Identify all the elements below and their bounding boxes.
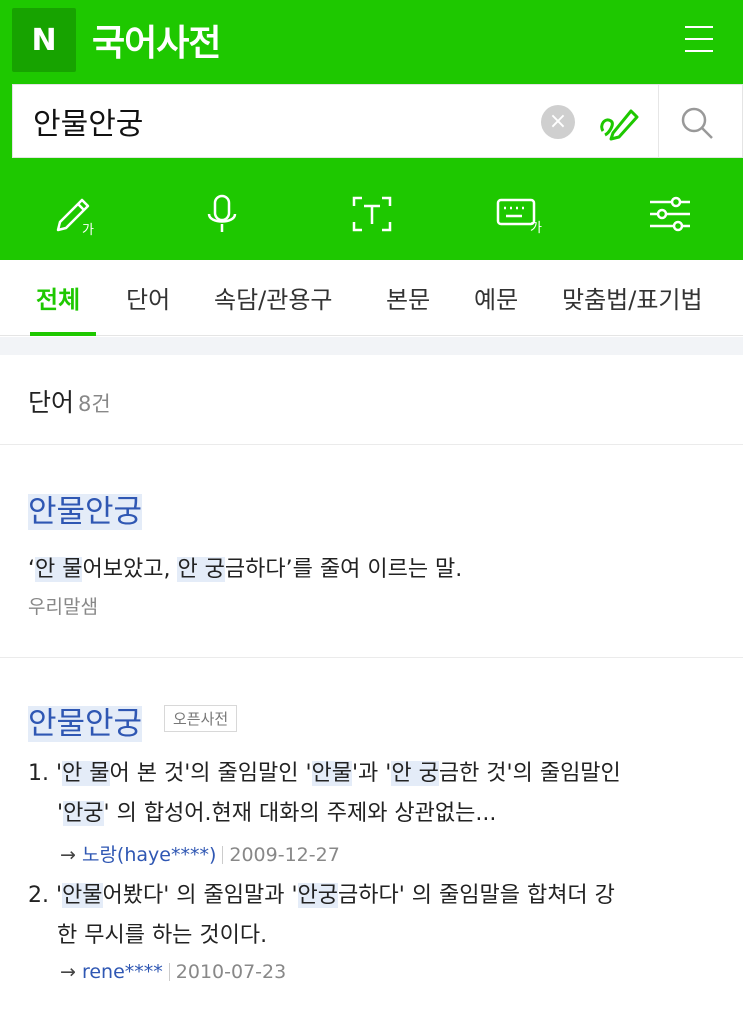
author-link[interactable]: 노랑(haye****) [82, 844, 216, 866]
section-gap [0, 337, 743, 355]
post-date: 2009-12-27 [229, 844, 340, 866]
tab-example[interactable]: 예문 [474, 280, 518, 315]
settings-sliders-icon[interactable] [646, 192, 694, 236]
tab-body[interactable]: 본문 [386, 280, 430, 315]
text-scan-icon[interactable] [348, 192, 396, 236]
naver-logo[interactable]: N [12, 8, 76, 72]
keyboard-icon[interactable]: 가 [494, 192, 546, 236]
section-heading: 단어 8건 [28, 388, 111, 417]
entry2-item2-meta: → rene**** 2010-07-23 [60, 961, 287, 983]
author-link[interactable]: rene**** [82, 961, 163, 983]
active-tab-indicator [30, 332, 96, 336]
search-divider [658, 85, 659, 157]
menu-icon[interactable] [685, 26, 713, 52]
svg-text:가: 가 [530, 221, 542, 236]
search-icon[interactable] [677, 103, 717, 143]
divider [0, 444, 743, 445]
divider [0, 657, 743, 658]
entry2-item2-line1: 2. '안물어봤다' 의 줄임말과 '안궁금하다' 의 줄임말을 합쳐더 강 [28, 883, 615, 908]
entry-definition-1: ‘안 물어보았고, 안 궁금하다’를 줄여 이르는 말. [28, 557, 463, 582]
result-tabs: 전체 단어 속담/관용구 본문 예문 맞춤법/표기법 [0, 260, 743, 336]
entry-source-1: 우리말샘 [28, 596, 98, 618]
entry2-item1-line2: '안궁' 의 합성어.현재 대화의 주제와 상관없는... [57, 801, 497, 826]
clear-icon[interactable]: × [541, 105, 575, 139]
page-title[interactable]: 국어사전 [92, 14, 221, 66]
search-input[interactable]: 안물안궁 [33, 99, 143, 143]
handwriting-icon[interactable]: 가 [52, 192, 100, 236]
input-tools: 가 가 [0, 170, 743, 260]
handwriting-pen-icon[interactable] [597, 105, 641, 141]
post-date: 2010-07-23 [175, 961, 287, 983]
entry2-item1-line1: 1. '안 물어 본 것'의 줄임말인 '안물'과 '안 궁금한 것'의 줄임말… [28, 761, 621, 786]
app-header: N 국어사전 안물안궁 × 가 가 [0, 0, 743, 260]
tab-all[interactable]: 전체 [36, 280, 80, 315]
mic-icon[interactable] [198, 192, 246, 236]
entry-title-2[interactable]: 안물안궁 [28, 698, 143, 743]
tab-spelling[interactable]: 맞춤법/표기법 [562, 280, 703, 315]
entry2-item1-meta: → 노랑(haye****) 2009-12-27 [60, 844, 340, 866]
svg-text:가: 가 [82, 223, 94, 236]
open-dict-badge: 오픈사전 [164, 705, 238, 732]
tab-word[interactable]: 단어 [126, 280, 170, 315]
search-box[interactable]: 안물안궁 × [12, 84, 743, 158]
entry2-item2-line2: 한 무시를 하는 것이다. [57, 923, 268, 948]
result-count: 8건 [78, 392, 111, 416]
entry-title-1[interactable]: 안물안궁 [28, 486, 143, 531]
tab-proverb-idiom[interactable]: 속담/관용구 [214, 280, 333, 315]
